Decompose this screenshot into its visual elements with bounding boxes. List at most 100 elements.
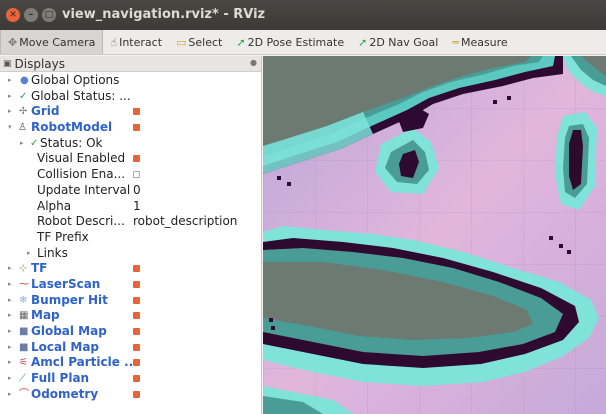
expand-arrow-icon[interactable]: ▸ <box>8 73 12 89</box>
update-interval-value[interactable]: 0 <box>133 183 141 199</box>
expand-arrow-icon[interactable]: ▸ <box>8 324 12 340</box>
visual-enabled-checkbox[interactable] <box>133 155 140 163</box>
tree-item-links[interactable]: ▸ Links <box>0 246 261 262</box>
expand-arrow-icon[interactable]: ▸ <box>8 293 12 309</box>
bumper-hit-enabled-checkbox[interactable] <box>133 296 140 304</box>
tf-axes-icon: ⊹ <box>19 263 28 275</box>
expand-arrow-icon[interactable]: ▸ <box>8 371 12 387</box>
pose-estimate-label: 2D Pose Estimate <box>247 35 345 49</box>
measure-icon: ═ <box>452 35 459 49</box>
status-label: Status: Ok <box>40 135 103 150</box>
check-status-icon: ✓ <box>19 90 28 102</box>
expand-arrow-icon[interactable]: ▸ <box>8 308 12 324</box>
local-map-enabled-checkbox[interactable] <box>133 343 140 351</box>
property-tf-prefix[interactable]: TF Prefix <box>0 230 261 246</box>
grid-icon: ✢ <box>19 106 28 118</box>
tree-item-global-map[interactable]: ▸ ■ Global Map <box>0 324 261 340</box>
tree-item-bumper-hit[interactable]: ▸ ❄ Bumper Hit <box>0 293 261 309</box>
particle-cloud-icon: ⚟ <box>19 357 28 369</box>
move-camera-icon: ✥ <box>8 35 18 49</box>
expand-arrow-icon[interactable]: ▸ <box>8 104 12 120</box>
tree-item-map[interactable]: ▸ ▦ Map <box>0 308 261 324</box>
tf-prefix-label: TF Prefix <box>37 229 89 244</box>
tree-item-global-status[interactable]: ▸ ✓ Global Status: ... <box>0 89 261 105</box>
property-robot-description[interactable]: Robot Descri... robot_description <box>0 214 261 230</box>
move-camera-label: Move Camera <box>19 35 96 49</box>
property-visual-enabled[interactable]: Visual Enabled <box>0 151 261 167</box>
displays-panel-title: Displays <box>14 56 65 71</box>
tree-item-status[interactable]: ▸ ✓ Status: Ok <box>0 136 261 152</box>
tree-item-odometry[interactable]: ▸ ⌒ Odometry <box>0 387 261 403</box>
expand-arrow-icon[interactable]: ▸ <box>8 355 12 371</box>
tree-item-grid[interactable]: ▸ ✢ Grid <box>0 104 261 120</box>
move-camera-tool[interactable]: ✥ Move Camera <box>0 30 104 54</box>
select-tool[interactable]: ▭ Select <box>169 30 229 54</box>
expand-arrow-icon[interactable]: ▸ <box>20 136 24 152</box>
bumper-hit-icon: ❄ <box>19 294 28 306</box>
local-map-label: Local Map <box>31 339 100 354</box>
property-collision-enabled[interactable]: Collision Ena... <box>0 167 261 183</box>
tree-item-local-map[interactable]: ▸ ■ Local Map <box>0 340 261 356</box>
robot-description-label: Robot Descri... <box>37 214 125 229</box>
measure-label: Measure <box>460 35 508 49</box>
render-viewport[interactable] <box>263 56 606 414</box>
interact-icon: ☝ <box>110 35 118 49</box>
expand-arrow-icon[interactable]: ▸ <box>8 387 12 403</box>
folder-icon: ■ <box>19 326 29 337</box>
close-window-icon[interactable]: ✕ <box>6 8 20 22</box>
tree-item-amcl-particle[interactable]: ▸ ⚟ Amcl Particle ... <box>0 355 261 371</box>
expand-arrow-icon[interactable]: ▸ <box>8 277 12 293</box>
expand-arrow-icon[interactable]: ▸ <box>8 340 12 356</box>
update-interval-label: Update Interval <box>37 182 131 197</box>
property-alpha[interactable]: Alpha 1 <box>0 199 261 215</box>
tree-item-tf[interactable]: ▸ ⊹ TF <box>0 261 261 277</box>
measure-tool[interactable]: ═ Measure <box>445 30 514 54</box>
global-map-enabled-checkbox[interactable] <box>133 328 140 335</box>
interact-tool[interactable]: ☝ Interact <box>103 30 169 54</box>
amcl-particle-enabled-checkbox[interactable] <box>133 359 140 367</box>
grid-label: Grid <box>31 104 60 119</box>
alpha-value[interactable]: 1 <box>133 199 141 215</box>
expand-arrow-icon[interactable]: ▸ <box>27 246 31 262</box>
displays-tree: ▸ ● Global Options ▸ ✓ Global Status: ..… <box>0 72 261 402</box>
robot-model-enabled-checkbox[interactable] <box>133 124 140 132</box>
map-icon: ▦ <box>19 310 29 322</box>
map-label: Map <box>31 308 60 323</box>
displays-panel-header: ▣ Displays ● <box>0 56 261 72</box>
expand-arrow-icon[interactable]: ▸ <box>8 261 12 277</box>
panel-float-icon[interactable]: ● <box>250 58 257 67</box>
robot-description-value[interactable]: robot_description <box>133 214 237 230</box>
tools-toolbar: ✥ Move Camera ☝ Interact ▭ Select ➚ 2D P… <box>0 30 606 55</box>
minimize-window-icon[interactable]: – <box>24 8 38 22</box>
collision-enabled-checkbox[interactable] <box>133 171 140 179</box>
tree-item-robot-model[interactable]: ▾ ♙ RobotModel <box>0 120 261 136</box>
bumper-hit-label: Bumper Hit <box>31 292 108 307</box>
odometry-enabled-checkbox[interactable] <box>133 390 140 398</box>
select-label: Select <box>188 35 223 49</box>
tree-item-global-options[interactable]: ▸ ● Global Options <box>0 73 261 89</box>
full-plan-enabled-checkbox[interactable] <box>133 375 140 383</box>
odometry-arrow-icon: ⌒ <box>19 388 29 400</box>
tf-enabled-checkbox[interactable] <box>133 265 140 273</box>
nav-goal-tool[interactable]: ➚ 2D Nav Goal <box>351 30 445 54</box>
maximize-window-icon[interactable]: □ <box>42 8 56 22</box>
expand-arrow-icon[interactable]: ▸ <box>8 89 12 105</box>
nav-goal-arrow-icon: ➚ <box>358 35 368 49</box>
folder-icon: ■ <box>19 341 29 353</box>
grid-enabled-checkbox[interactable] <box>133 108 140 116</box>
tree-item-laser-scan[interactable]: ▸ ⁓ LaserScan <box>0 277 261 293</box>
map-enabled-checkbox[interactable] <box>133 312 140 320</box>
tree-item-full-plan[interactable]: ▸ ⟋ Full Plan <box>0 371 261 387</box>
robot-model-icon: ♙ <box>18 122 27 134</box>
links-label: Links <box>37 245 68 260</box>
collapse-arrow-icon[interactable]: ▾ <box>8 120 12 136</box>
displays-panel: ▣ Displays ● ▸ ● Global Options ▸ ✓ Glob… <box>0 56 262 414</box>
odometry-label: Odometry <box>31 386 99 401</box>
interact-label: Interact <box>119 35 163 49</box>
laser-scan-enabled-checkbox[interactable] <box>133 280 140 288</box>
robot-model-label: RobotModel <box>31 120 113 135</box>
global-status-label: Global Status: ... <box>31 88 131 103</box>
tf-label: TF <box>31 261 48 276</box>
property-update-interval[interactable]: Update Interval 0 <box>0 183 261 199</box>
pose-estimate-tool[interactable]: ➚ 2D Pose Estimate <box>229 30 351 54</box>
